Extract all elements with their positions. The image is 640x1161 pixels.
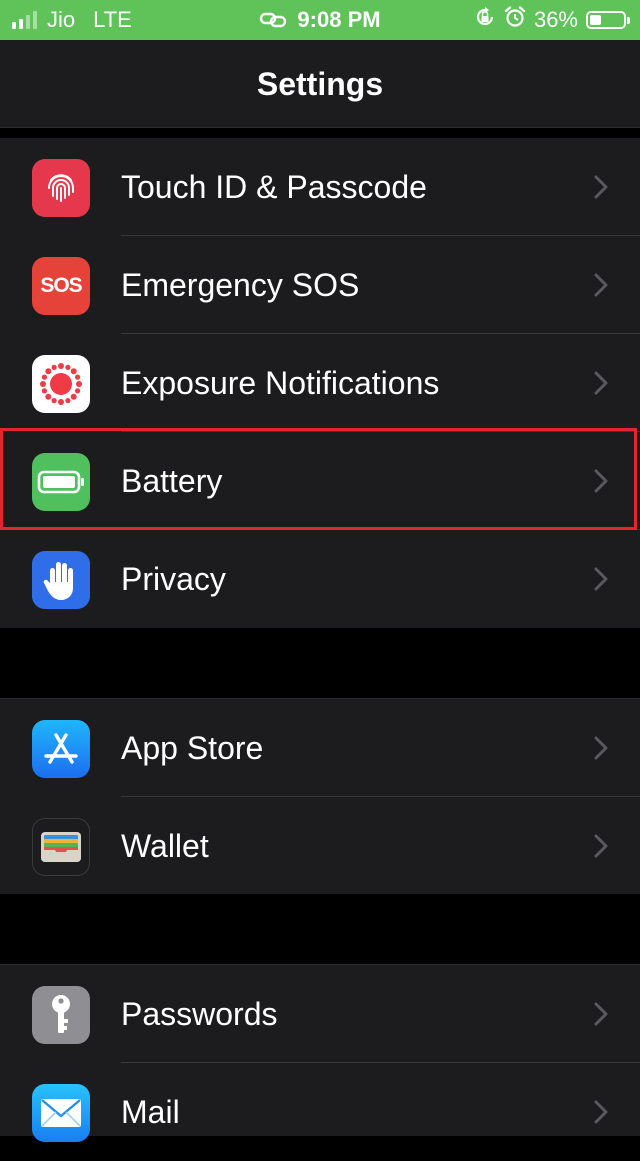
chevron-right-icon	[594, 834, 608, 858]
settings-item-label: Privacy	[121, 561, 226, 597]
settings-item-mail[interactable]: Mail	[0, 1063, 640, 1161]
settings-item-label: Emergency SOS	[121, 267, 360, 303]
sos-icon: SOS	[32, 257, 90, 315]
alarm-icon	[504, 6, 526, 34]
exposure-icon	[32, 355, 90, 413]
settings-group-store: App Store Wallet	[0, 698, 640, 894]
settings-item-label: Wallet	[121, 828, 209, 864]
chevron-right-icon	[594, 273, 608, 297]
chevron-right-icon	[594, 736, 608, 760]
chevron-right-icon	[594, 175, 608, 199]
settings-item-wallet[interactable]: Wallet	[0, 797, 640, 895]
settings-item-app-store[interactable]: App Store	[0, 699, 640, 797]
mail-icon	[32, 1084, 90, 1142]
app-store-icon	[32, 720, 90, 778]
battery-percent: 36%	[533, 7, 578, 32]
orientation-lock-icon	[474, 6, 496, 34]
wallet-icon	[32, 818, 90, 876]
settings-item-passwords[interactable]: Passwords	[0, 965, 640, 1063]
settings-group-accounts: Passwords Mail	[0, 964, 640, 1142]
settings-group-security: Touch ID & Passcode SOS Emergency SOS Ex…	[0, 138, 640, 628]
settings-item-exposure-notifications[interactable]: Exposure Notifications	[0, 334, 640, 432]
hand-icon	[32, 551, 90, 609]
navigation-bar: Settings	[0, 40, 640, 128]
fingerprint-icon	[32, 159, 90, 217]
battery-icon	[586, 11, 630, 29]
settings-item-privacy[interactable]: Privacy	[0, 530, 640, 628]
settings-item-label: Passwords	[121, 996, 278, 1032]
chevron-right-icon	[594, 371, 608, 395]
settings-item-label: Exposure Notifications	[121, 365, 440, 401]
status-bar: Jio LTE 9:08 PM 36%	[0, 0, 640, 40]
link-icon	[259, 11, 287, 29]
chevron-right-icon	[594, 1002, 608, 1026]
settings-item-label: App Store	[121, 730, 264, 766]
settings-item-label: Mail	[121, 1094, 180, 1130]
settings-item-emergency-sos[interactable]: SOS Emergency SOS	[0, 236, 640, 334]
chevron-right-icon	[594, 567, 608, 591]
battery-highlight-box	[0, 428, 637, 530]
sos-icon-text: SOS	[40, 274, 82, 297]
settings-item-touch-id[interactable]: Touch ID & Passcode	[0, 138, 640, 236]
key-icon	[32, 986, 90, 1044]
page-title: Settings	[256, 66, 384, 102]
clock: 9:08 PM	[297, 7, 381, 32]
settings-item-label: Touch ID & Passcode	[121, 169, 427, 205]
chevron-right-icon	[594, 1100, 608, 1124]
